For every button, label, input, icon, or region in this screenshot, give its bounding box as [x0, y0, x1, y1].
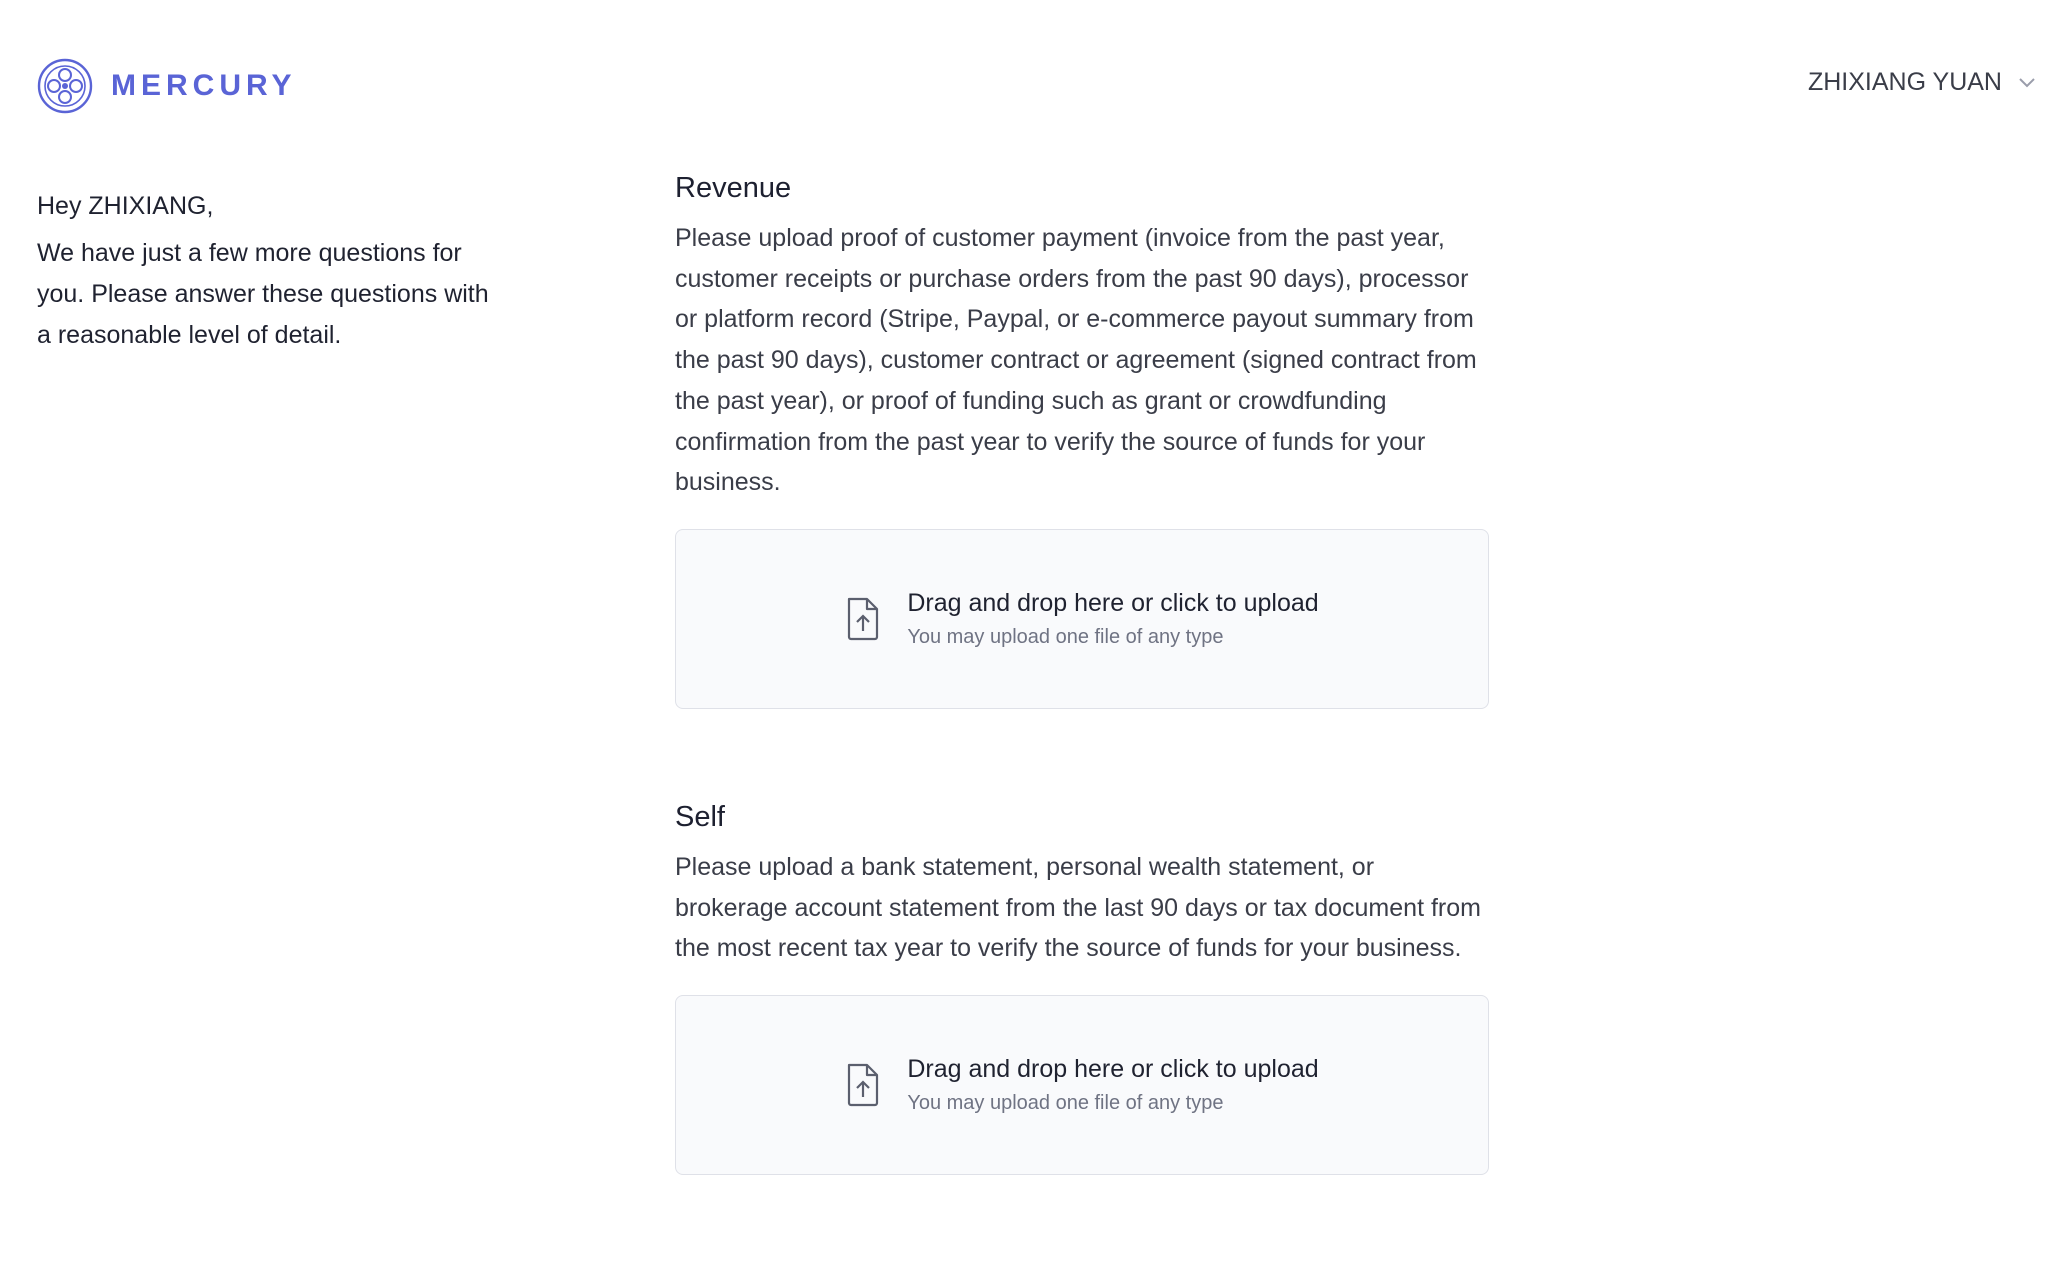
- section-title: Self: [675, 800, 725, 833]
- upload-hint: You may upload one file of any type: [907, 1092, 1224, 1115]
- revenue-upload-dropzone[interactable]: Drag and drop here or click to upload Yo…: [675, 528, 1489, 709]
- user-menu[interactable]: ZHIXIANG YUAN: [1808, 68, 2036, 97]
- chevron-down-icon: [2019, 77, 2035, 87]
- upload-hint: You may upload one file of any type: [907, 625, 1224, 648]
- mercury-logo-icon: [37, 58, 93, 114]
- sidebar-intro: Hey ZHIXIANG, We have just a few more qu…: [37, 186, 497, 356]
- intro-message: We have just a few more questions for yo…: [37, 239, 489, 349]
- greeting-text: Hey ZHIXIANG,: [37, 192, 214, 220]
- section-revenue: Revenue Please upload proof of customer …: [675, 168, 1489, 709]
- section-title: Revenue: [675, 172, 792, 204]
- file-upload-icon: [848, 597, 879, 641]
- brand-name: MERCURY: [111, 69, 297, 102]
- user-name: ZHIXIANG YUAN: [1807, 68, 2002, 96]
- upload-title: Drag and drop here or click to upload: [907, 1055, 1319, 1084]
- section-self: Self Please upload a bank statement, per…: [675, 797, 1489, 1176]
- self-upload-dropzone[interactable]: Drag and drop here or click to upload Yo…: [675, 995, 1489, 1176]
- mercury-logo[interactable]: MERCURY: [37, 58, 297, 114]
- questions-form: Revenue Please upload proof of customer …: [675, 168, 1489, 1263]
- section-description: Please upload proof of customer payment …: [675, 224, 1477, 497]
- section-description: Please upload a bank statement, personal…: [675, 852, 1481, 963]
- file-upload-icon: [848, 1063, 879, 1107]
- upload-title: Drag and drop here or click to upload: [907, 588, 1319, 617]
